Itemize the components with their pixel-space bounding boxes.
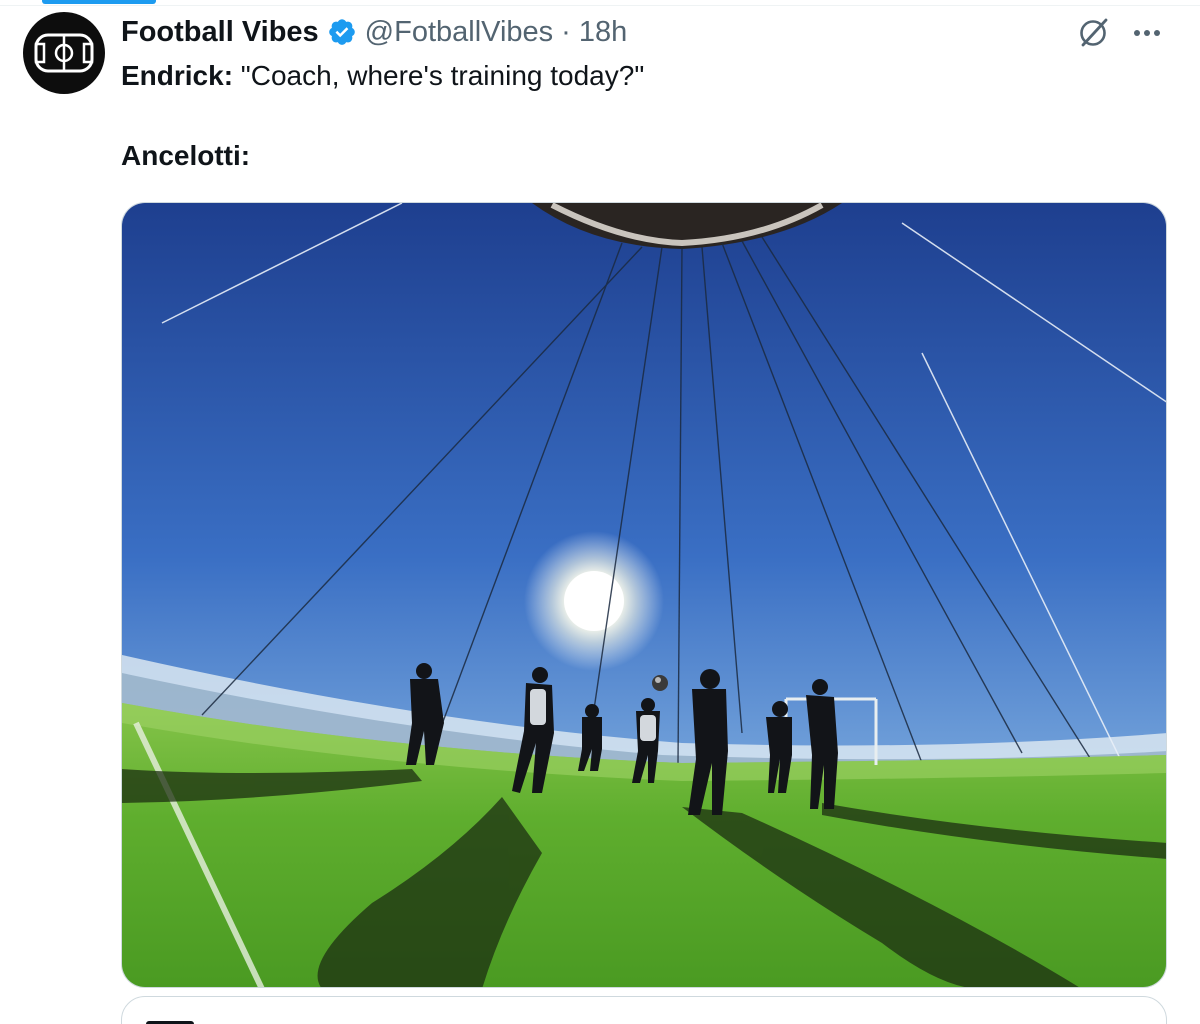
media-scene	[122, 203, 1166, 987]
author-handle[interactable]: @FotballVibes	[365, 14, 554, 50]
avatar[interactable]	[23, 12, 105, 94]
tweet-header: Football Vibes @FotballVibes · 18h	[121, 14, 627, 50]
line-spacer	[121, 94, 1166, 138]
active-tab-indicator	[42, 0, 156, 4]
more-icon	[1134, 30, 1160, 36]
quote-card[interactable]	[121, 996, 1167, 1024]
separator-dot: ·	[561, 16, 571, 48]
football-pitch-logo-icon	[34, 33, 94, 73]
tweet-line-1: Endrick: "Coach, where's training today?…	[121, 58, 1166, 94]
verified-badge-icon[interactable]	[327, 17, 357, 47]
author-name[interactable]: Football Vibes	[121, 14, 319, 50]
timeline-divider	[0, 0, 1200, 6]
more-button[interactable]	[1128, 14, 1166, 52]
endrick-quote: "Coach, where's training today?"	[233, 60, 645, 91]
grok-icon	[1080, 18, 1108, 47]
speaker-endrick: Endrick:	[121, 60, 234, 91]
tweet-line-2: Ancelotti:	[121, 138, 1166, 174]
tweet-text: Endrick: "Coach, where's training today?…	[121, 58, 1166, 174]
speaker-ancelotti: Ancelotti:	[121, 140, 251, 171]
tweet-media-video[interactable]	[121, 202, 1167, 988]
timestamp[interactable]: 18h	[579, 14, 627, 50]
grok-button[interactable]	[1074, 14, 1112, 52]
